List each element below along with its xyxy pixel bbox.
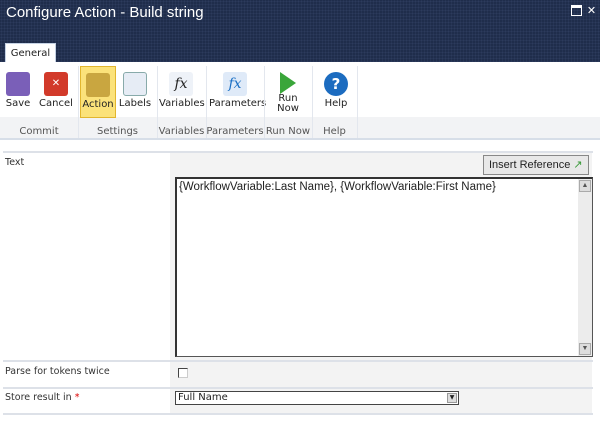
help-icon: ? — [324, 72, 348, 96]
group-variables: Variables — [158, 126, 205, 137]
parameters-button[interactable]: fx Parameters — [209, 66, 267, 118]
tab-general[interactable]: General — [5, 43, 56, 63]
action-button[interactable]: Action — [80, 66, 116, 118]
labels-icon — [123, 72, 147, 96]
group-parameters: Parameters — [206, 126, 264, 137]
group-run-now: Run Now — [265, 126, 311, 137]
scroll-up-icon[interactable]: ▲ — [579, 180, 591, 192]
text-label: Text — [5, 157, 25, 168]
store-value: Full Name — [178, 392, 228, 403]
help-button[interactable]: ? Help — [318, 66, 354, 118]
scrollbar[interactable]: ▲ ▼ — [578, 179, 592, 356]
parameters-label: Parameters — [209, 98, 267, 109]
run-now-label: Run Now — [277, 93, 299, 114]
labels-label: Labels — [118, 98, 152, 109]
parameters-fx-icon: fx — [223, 72, 247, 96]
insert-reference-button[interactable]: Insert Reference ↗ — [483, 155, 589, 175]
close-icon[interactable]: ✕ — [586, 5, 597, 16]
title-bar: Configure Action - Build string ✕ Genera… — [0, 0, 600, 63]
scroll-down-icon[interactable]: ▼ — [579, 343, 591, 355]
save-button[interactable]: Save — [3, 66, 33, 118]
parse-cell — [170, 362, 592, 387]
help-label: Help — [324, 98, 348, 109]
divider — [3, 413, 593, 415]
text-textarea[interactable]: {WorkflowVariable:Last Name}, {WorkflowV… — [175, 177, 593, 357]
cancel-label: Cancel — [39, 98, 73, 109]
text-value: {WorkflowVariable:Last Name}, {WorkflowV… — [179, 181, 496, 193]
action-label: Action — [82, 99, 114, 110]
required-mark: * — [74, 392, 80, 403]
group-commit: Commit — [19, 126, 59, 137]
divider — [357, 66, 358, 138]
insert-reference-label: Insert Reference — [489, 159, 571, 171]
group-settings: Settings — [96, 126, 138, 137]
save-icon — [6, 72, 30, 96]
maximize-icon[interactable] — [571, 5, 582, 16]
variables-button[interactable]: fx Variables — [159, 66, 205, 118]
chevron-down-icon[interactable]: ▼ — [447, 393, 457, 403]
insert-arrow-icon: ↗ — [573, 159, 583, 171]
window-title: Configure Action - Build string — [6, 4, 204, 21]
run-now-button[interactable]: Run Now — [270, 66, 306, 118]
store-label: Store result in — [5, 392, 72, 403]
variables-fx-icon: fx — [169, 72, 193, 96]
labels-button[interactable]: Labels — [118, 66, 152, 118]
cancel-button[interactable]: ✕ Cancel — [38, 66, 74, 118]
gears-icon — [86, 73, 110, 97]
save-label: Save — [5, 98, 31, 109]
variables-label: Variables — [159, 98, 205, 109]
parse-checkbox[interactable] — [178, 368, 188, 378]
parse-label: Parse for tokens twice — [5, 366, 110, 377]
group-help: Help — [323, 126, 346, 137]
store-result-select[interactable]: Full Name ▼ — [175, 391, 459, 405]
cancel-icon: ✕ — [44, 72, 68, 96]
play-icon — [280, 72, 296, 94]
